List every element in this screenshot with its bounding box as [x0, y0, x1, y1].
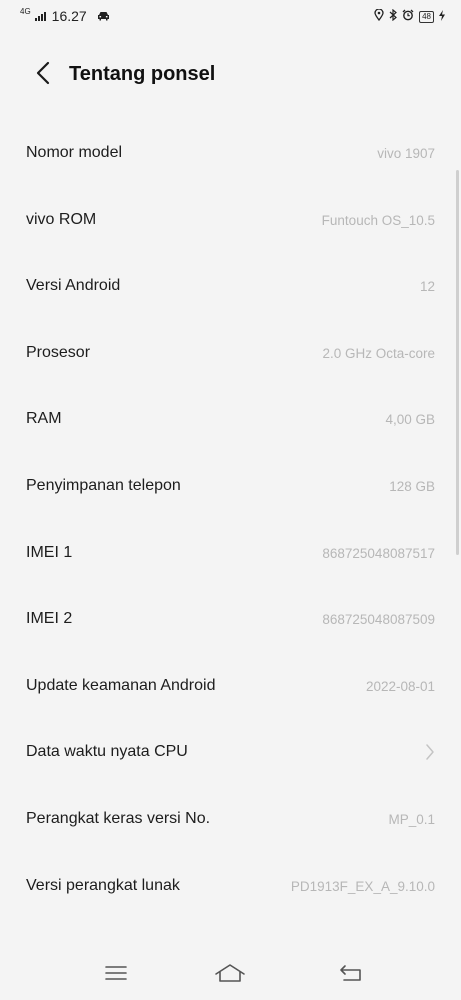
nav-home-button[interactable] — [210, 960, 250, 990]
app-header: Tentang ponsel — [0, 50, 461, 100]
charging-icon — [439, 9, 445, 24]
row-android-version[interactable]: Versi Android 12 — [0, 253, 461, 320]
row-processor[interactable]: Prosesor 2.0 GHz Octa-core — [0, 320, 461, 387]
row-label: vivo ROM — [26, 210, 97, 228]
row-label: RAM — [26, 410, 62, 428]
row-label: Perangkat keras versi No. — [26, 809, 211, 827]
back-button[interactable] — [26, 58, 60, 92]
row-value: 2022-08-01 — [365, 678, 435, 694]
row-value: 2.0 GHz Octa-core — [322, 345, 435, 361]
row-imei-1[interactable]: IMEI 1 868725048087517 — [0, 520, 461, 587]
nav-back-button[interactable] — [331, 960, 371, 990]
navigation-bar — [0, 950, 461, 1000]
row-value: PD1913F_EX_A_9.10.0 — [290, 878, 435, 894]
alarm-icon — [402, 9, 414, 24]
network-type: 4G — [20, 7, 31, 16]
row-value: MP_0.1 — [388, 811, 435, 827]
signal-icon — [34, 11, 46, 21]
menu-icon — [105, 965, 127, 986]
status-bar: 4G 16.27 48 — [0, 0, 461, 36]
row-label: IMEI 1 — [26, 543, 73, 561]
row-label: Prosesor — [26, 343, 91, 361]
row-security-update[interactable]: Update keamanan Android 2022-08-01 — [0, 653, 461, 720]
row-value: 12 — [419, 279, 435, 295]
row-label: Data waktu nyata CPU — [26, 743, 188, 761]
row-ram[interactable]: RAM 4,00 GB — [0, 386, 461, 453]
scrollbar[interactable] — [456, 170, 459, 555]
row-label: IMEI 2 — [26, 610, 73, 628]
row-value: vivo 1907 — [377, 146, 435, 161]
row-label: Versi perangkat lunak — [26, 876, 180, 894]
page-title: Tentang ponsel — [69, 63, 216, 85]
row-cpu-realtime-data[interactable]: Data waktu nyata CPU — [0, 719, 461, 786]
row-model-number[interactable]: Nomor model vivo 1907 — [0, 120, 461, 187]
chevron-left-icon — [36, 61, 50, 90]
row-label: Penyimpanan telepon — [26, 476, 181, 494]
car-icon — [97, 8, 110, 24]
chevron-right-icon — [425, 743, 435, 766]
status-time: 16.27 — [51, 8, 87, 24]
row-imei-2[interactable]: IMEI 2 868725048087509 — [0, 586, 461, 653]
settings-list: Nomor model vivo 1907 vivo ROM Funtouch … — [0, 120, 461, 919]
row-value: Funtouch OS_10.5 — [321, 212, 435, 228]
row-value: 868725048087517 — [322, 545, 435, 561]
nav-menu-button[interactable] — [96, 960, 136, 990]
bluetooth-icon — [389, 8, 398, 24]
row-label: Nomor model — [26, 144, 123, 161]
row-value: 128 GB — [389, 478, 435, 494]
row-label: Versi Android — [26, 277, 121, 295]
location-icon — [374, 8, 384, 24]
row-value: 4,00 GB — [385, 412, 435, 428]
row-vivo-rom[interactable]: vivo ROM Funtouch OS_10.5 — [0, 187, 461, 254]
return-icon — [339, 964, 363, 987]
row-hardware-version[interactable]: Perangkat keras versi No. MP_0.1 — [0, 786, 461, 853]
row-storage[interactable]: Penyimpanan telepon 128 GB — [0, 453, 461, 520]
home-icon — [214, 963, 246, 988]
row-label: Update keamanan Android — [26, 676, 216, 694]
status-left: 4G 16.27 — [20, 8, 110, 24]
row-software-version[interactable]: Versi perangkat lunak PD1913F_EX_A_9.10.… — [0, 853, 461, 920]
status-right: 48 — [374, 8, 445, 24]
battery-indicator: 48 — [419, 10, 434, 23]
row-value: 868725048087509 — [322, 612, 435, 628]
